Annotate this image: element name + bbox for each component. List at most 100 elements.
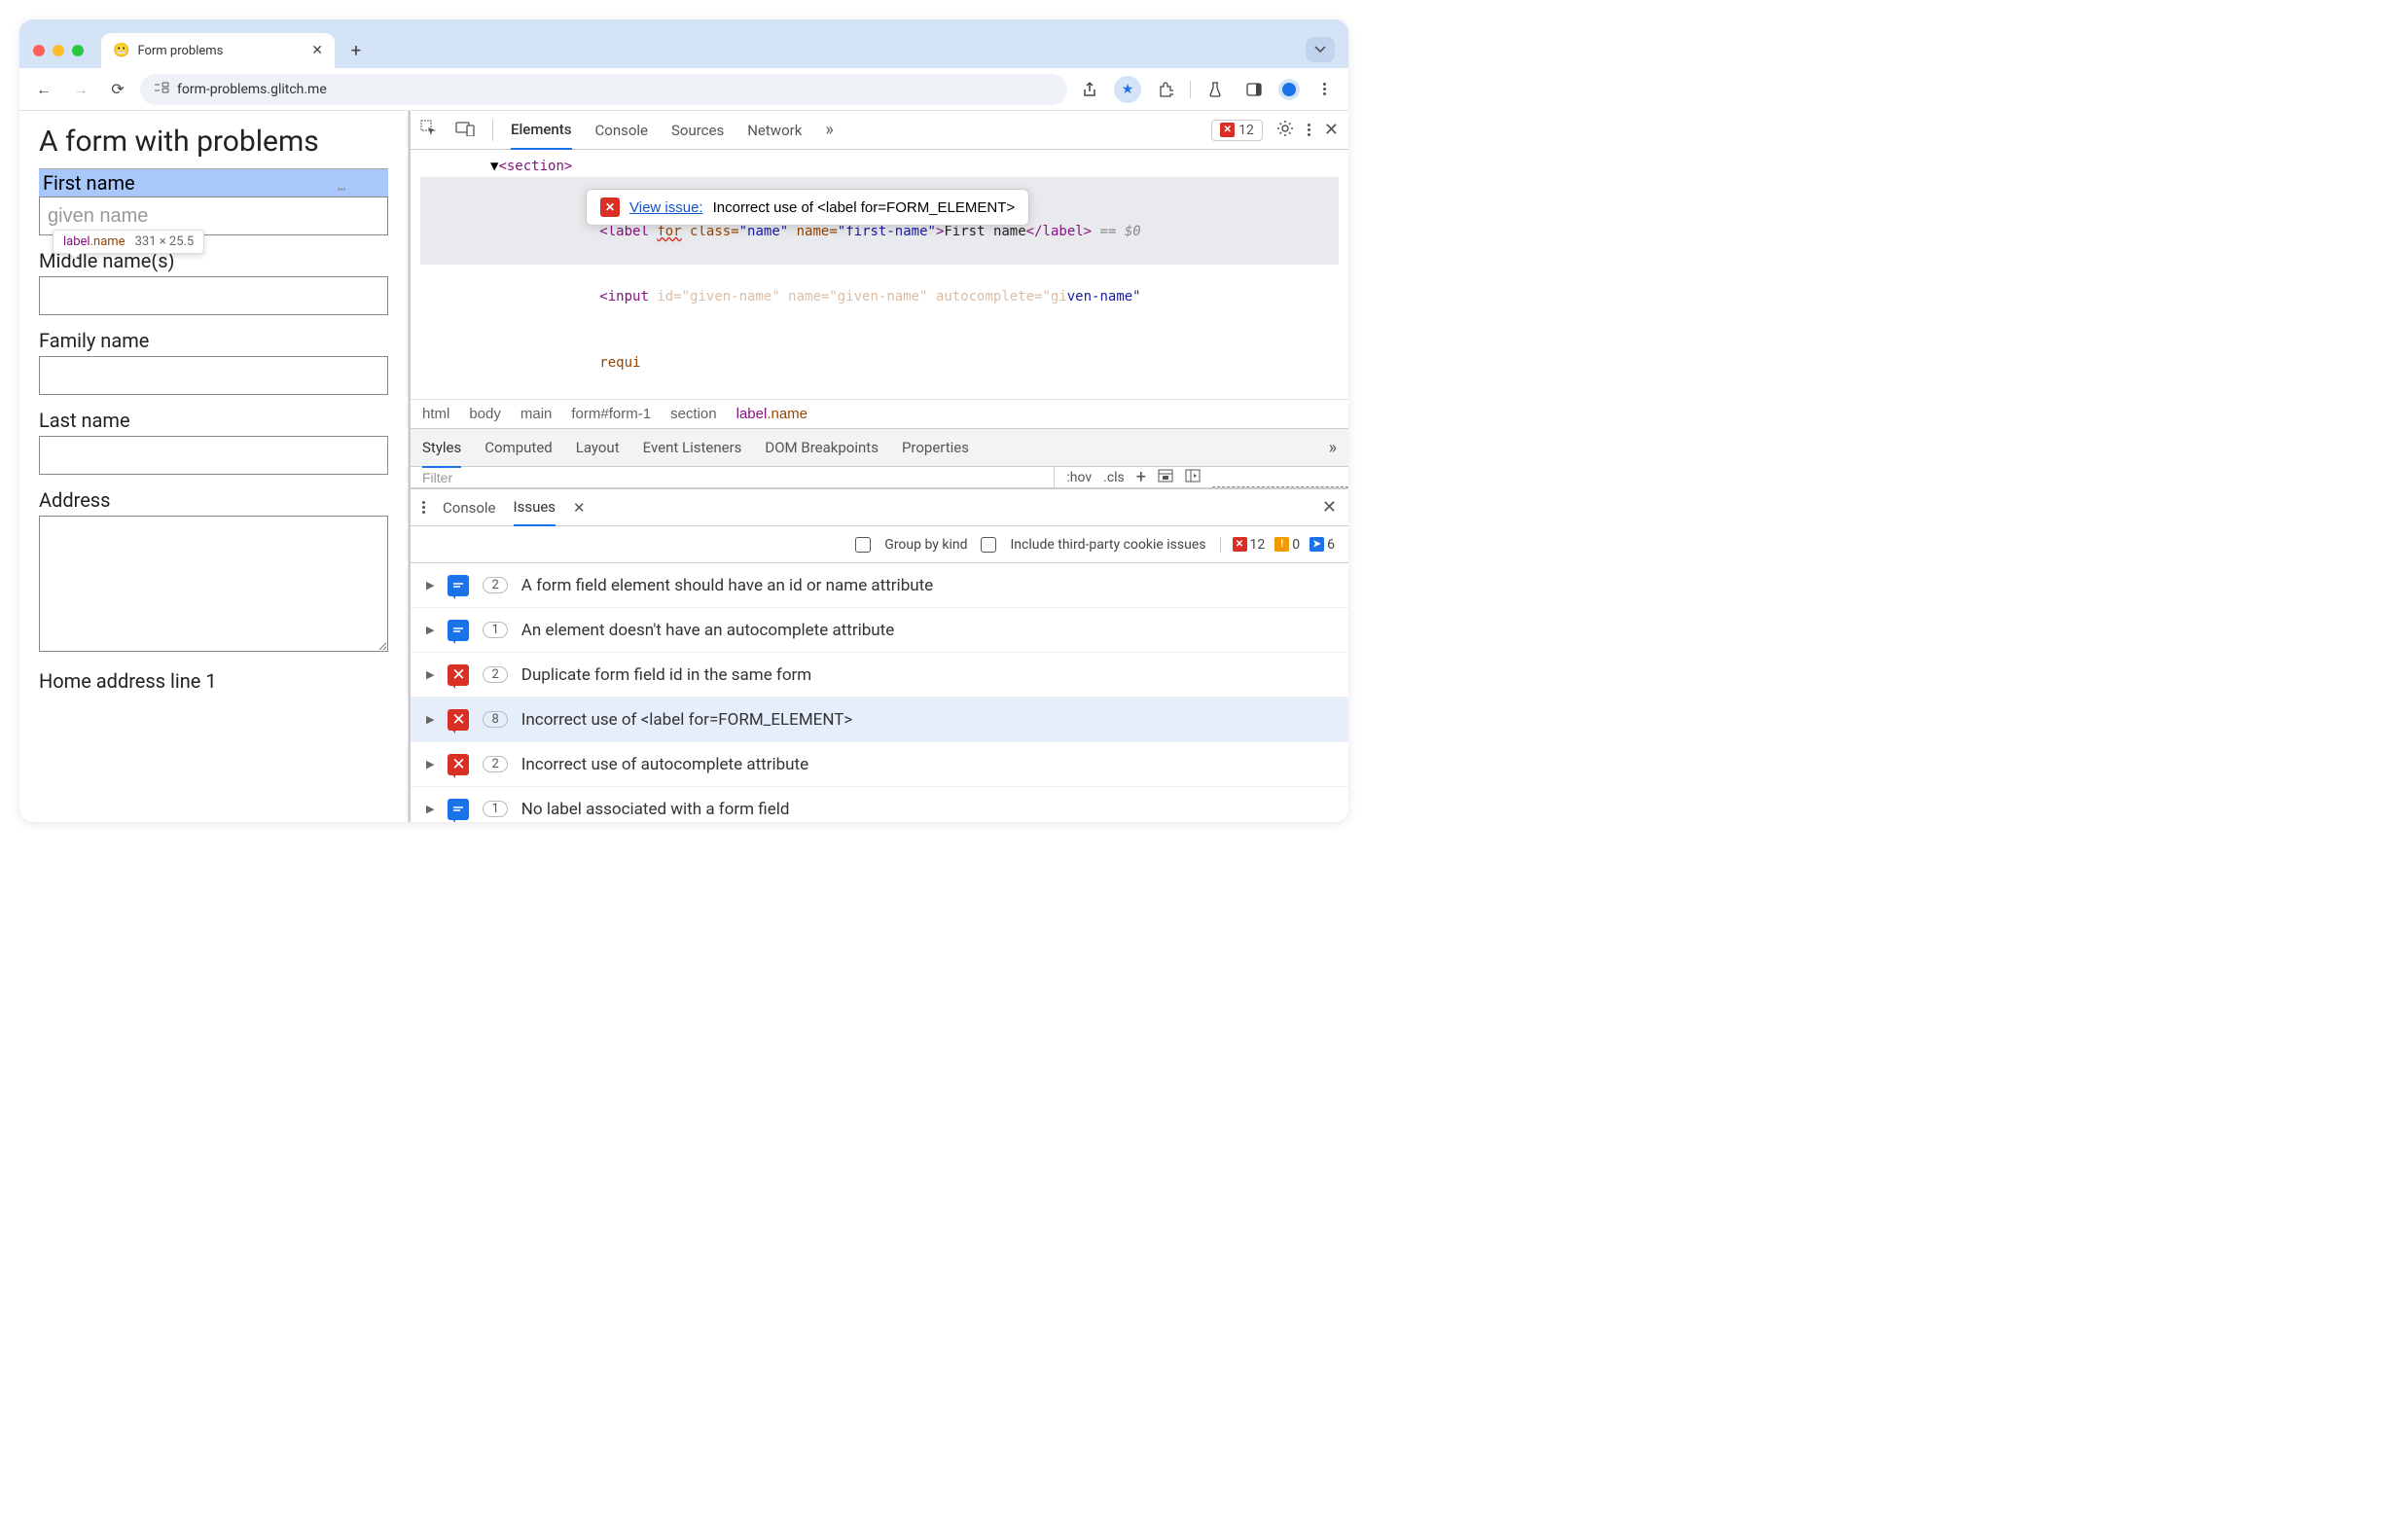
issues-toolbar: Group by kind Include third-party cookie… <box>411 526 1348 563</box>
url-text: form-problems.glitch.me <box>177 82 327 97</box>
tab-close-icon[interactable]: ✕ <box>311 43 323 58</box>
issue-row[interactable]: ▶1An element doesn't have an autocomplet… <box>411 608 1348 653</box>
tab-computed[interactable]: Computed <box>484 429 553 466</box>
window-zoom-button[interactable] <box>72 45 84 56</box>
issue-row[interactable]: ▶✕2Incorrect use of autocomplete attribu… <box>411 742 1348 787</box>
new-tab-button[interactable]: + <box>342 37 370 64</box>
info-speech-icon <box>448 799 469 820</box>
profile-button[interactable] <box>1278 79 1300 100</box>
dom-tree[interactable]: ▼<section> ⋯ <label for class="name" nam… <box>411 150 1348 399</box>
toolbar-divider <box>1190 81 1191 98</box>
tab-styles[interactable]: Styles <box>422 429 461 468</box>
family-name-input[interactable] <box>39 356 388 395</box>
dom-breadcrumb: html body main form#form-1 section label… <box>411 399 1348 428</box>
issue-row[interactable]: ▶2A form field element should have an id… <box>411 563 1348 608</box>
error-speech-icon: ✕ <box>448 709 469 731</box>
error-count-badge[interactable]: ✕ 12 <box>1211 120 1263 141</box>
tab-sources[interactable]: Sources <box>671 112 724 149</box>
more-tabs-icon[interactable]: » <box>825 120 833 140</box>
last-name-input[interactable] <box>39 436 388 475</box>
devtools-drawer: Console Issues ✕ ✕ Group by kind Include… <box>411 488 1348 822</box>
address-label: Address <box>39 488 388 512</box>
inspect-element-button[interactable] <box>420 120 438 141</box>
devtools-panel: Elements Console Sources Network » ✕ 12 <box>409 111 1348 822</box>
tab-console[interactable]: Console <box>595 112 649 149</box>
settings-button[interactable] <box>1276 120 1294 141</box>
address-bar[interactable]: form-problems.glitch.me <box>140 74 1067 105</box>
new-style-button[interactable]: + <box>1136 467 1146 487</box>
computed-panel-icon[interactable] <box>1158 469 1173 486</box>
crumb-html[interactable]: html <box>422 406 449 422</box>
drawer-tab-issues[interactable]: Issues <box>514 489 556 526</box>
filter-input[interactable] <box>411 470 1054 485</box>
browser-window: 😬 Form problems ✕ + ← → ⟳ form-problems.… <box>19 19 1348 822</box>
dom-line-actions[interactable]: ⋯ <box>331 179 352 200</box>
disclosure-icon: ▶ <box>426 668 434 681</box>
tab-properties[interactable]: Properties <box>902 429 969 466</box>
back-button[interactable]: ← <box>29 75 58 104</box>
crumb-form[interactable]: form#form-1 <box>571 406 651 422</box>
third-party-checkbox[interactable] <box>981 537 996 553</box>
device-toggle-button[interactable] <box>455 121 475 140</box>
error-icon: ✕ <box>1220 123 1235 137</box>
info-speech-icon <box>448 575 469 596</box>
window-close-button[interactable] <box>33 45 45 56</box>
family-name-label: Family name <box>39 329 388 352</box>
view-issue-link[interactable]: View issue: <box>629 199 703 216</box>
extensions-button[interactable] <box>1151 75 1180 104</box>
issue-popup-text: Incorrect use of <label for=FORM_ELEMENT… <box>713 199 1016 216</box>
more-panes-icon[interactable]: » <box>1329 438 1337 458</box>
issue-count: 2 <box>483 666 507 683</box>
kebab-icon <box>1323 83 1326 95</box>
address-textarea[interactable] <box>39 516 388 652</box>
disclosure-icon: ▶ <box>426 624 434 636</box>
box-model-preview <box>1212 467 1348 487</box>
devtools-toolbar: Elements Console Sources Network » ✕ 12 <box>411 111 1348 150</box>
rendered-page: A form with problems First name Middle n… <box>19 111 409 822</box>
toggle-sidebar-icon[interactable] <box>1185 469 1201 486</box>
tab-list-button[interactable] <box>1306 37 1335 62</box>
window-minimize-button[interactable] <box>53 45 64 56</box>
drawer-tab-close-icon[interactable]: ✕ <box>573 499 586 517</box>
devtools-menu-button[interactable] <box>1308 124 1310 136</box>
crumb-body[interactable]: body <box>469 406 501 422</box>
chevron-down-icon <box>1314 46 1326 54</box>
tab-layout[interactable]: Layout <box>576 429 620 466</box>
group-by-kind-checkbox[interactable] <box>855 537 871 553</box>
issue-row[interactable]: ▶✕8Incorrect use of <label for=FORM_ELEM… <box>411 698 1348 742</box>
cls-toggle[interactable]: .cls <box>1103 470 1125 485</box>
issue-text: No label associated with a form field <box>521 800 790 819</box>
group-by-kind-label: Group by kind <box>884 537 967 553</box>
drawer-menu-button[interactable] <box>422 501 425 514</box>
bookmark-button[interactable]: ★ <box>1114 76 1141 103</box>
site-settings-icon[interactable] <box>154 81 169 97</box>
issues-list: ▶ 2 A form field element should have an id… <box>411 563 1348 822</box>
forward-button[interactable]: → <box>66 75 95 104</box>
drawer-tab-console[interactable]: Console <box>443 490 496 525</box>
menu-button[interactable] <box>1310 75 1339 104</box>
crumb-main[interactable]: main <box>520 406 553 422</box>
browser-toolbar: ← → ⟳ form-problems.glitch.me ★ <box>19 68 1348 111</box>
crumb-section[interactable]: section <box>670 406 717 422</box>
tab-bar: 😬 Form problems ✕ + <box>19 19 1348 68</box>
drawer-close-button[interactable]: ✕ <box>1322 497 1337 518</box>
error-speech-icon: ✕ <box>448 754 469 775</box>
issue-text: Incorrect use of autocomplete attribute <box>521 755 808 774</box>
issue-row[interactable]: ▶1No label associated with a form field <box>411 787 1348 822</box>
browser-tab[interactable]: 😬 Form problems ✕ <box>101 33 335 68</box>
tab-event-listeners[interactable]: Event Listeners <box>643 429 742 466</box>
reload-button[interactable]: ⟳ <box>103 75 132 104</box>
middle-name-input[interactable] <box>39 276 388 315</box>
issue-row[interactable]: ▶✕2Duplicate form field id in the same f… <box>411 653 1348 698</box>
window-controls <box>33 45 84 56</box>
tab-dom-breakpoints[interactable]: DOM Breakpoints <box>765 429 879 466</box>
side-panel-button[interactable] <box>1239 75 1269 104</box>
hov-toggle[interactable]: :hov <box>1066 470 1092 485</box>
issue-text: A form field element should have an id o… <box>521 576 933 595</box>
labs-button[interactable] <box>1201 75 1230 104</box>
devtools-close-button[interactable]: ✕ <box>1324 120 1339 140</box>
share-button[interactable] <box>1075 75 1104 104</box>
tab-network[interactable]: Network <box>747 112 802 149</box>
tab-elements[interactable]: Elements <box>511 111 572 150</box>
crumb-label[interactable]: label.name <box>736 406 807 422</box>
